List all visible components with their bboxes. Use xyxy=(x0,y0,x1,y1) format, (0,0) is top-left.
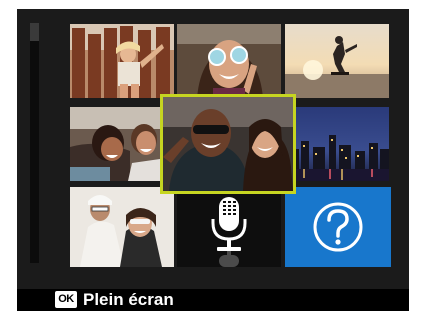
thumbnail-skateboarder-sunset[interactable] xyxy=(285,24,389,98)
microphone-icon xyxy=(211,197,247,267)
help-tile[interactable] xyxy=(285,187,391,267)
thumbnail-friends-lying-laughing[interactable] xyxy=(70,107,174,181)
voice-memo-tile[interactable] xyxy=(177,187,281,267)
thumbnail-woman-sunglasses[interactable] xyxy=(177,24,281,98)
scrollbar[interactable] xyxy=(30,23,39,263)
ok-key-icon: OK xyxy=(55,291,77,308)
playback-screen: OK Plein écran xyxy=(17,9,409,311)
thumbnail-friends-white-sunglasses[interactable] xyxy=(70,187,174,267)
thumbnail-girl-wooden-fence[interactable] xyxy=(70,24,174,98)
thumbnail-couple-selfie-selected[interactable] xyxy=(160,94,296,194)
scrollbar-thumb[interactable] xyxy=(30,23,39,41)
thumbnail-city-skyline-night[interactable] xyxy=(285,107,389,181)
help-question-icon xyxy=(313,202,363,252)
full-screen-hint: Plein écran xyxy=(83,290,174,309)
